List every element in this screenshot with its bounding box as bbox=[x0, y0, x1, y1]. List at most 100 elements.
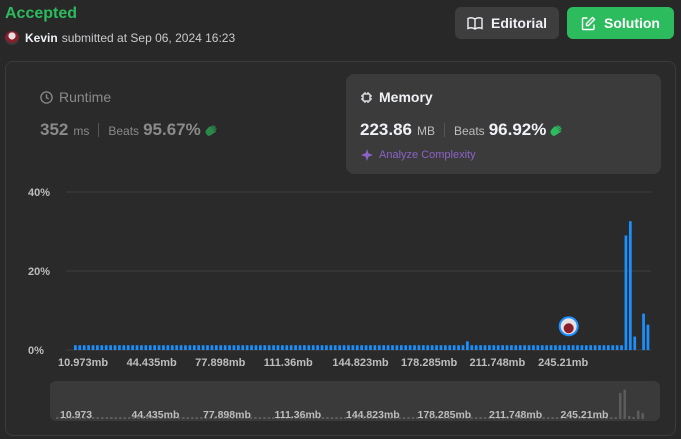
chart-bar bbox=[479, 345, 482, 350]
chart-bar bbox=[355, 345, 359, 350]
range-bar bbox=[321, 417, 325, 419]
range-bar bbox=[326, 417, 329, 419]
chart-bar bbox=[646, 324, 650, 350]
chart-bar bbox=[624, 235, 628, 350]
chart-bar bbox=[576, 345, 579, 350]
chart-bar bbox=[153, 345, 157, 350]
range-bar bbox=[254, 417, 257, 419]
solution-button[interactable]: Solution bbox=[567, 7, 674, 39]
chart-bar bbox=[131, 345, 134, 350]
range-bar bbox=[618, 392, 622, 419]
your-submission-marker bbox=[558, 316, 579, 337]
range-bar bbox=[609, 417, 613, 419]
chart-bar bbox=[78, 345, 82, 350]
chart-bar bbox=[562, 345, 566, 350]
chart-bar bbox=[285, 345, 289, 350]
avatar[interactable] bbox=[5, 31, 19, 45]
range-tick-label: 111.36mb bbox=[275, 409, 322, 421]
range-bar bbox=[267, 417, 271, 419]
chart-bar bbox=[184, 345, 187, 350]
chart-bar bbox=[311, 345, 315, 350]
chart-bar bbox=[351, 345, 355, 350]
memory-distribution-chart[interactable]: 40% 20% 0% 10.973mb 44.435mb 77.898mb 111.36mb… bbox=[6, 62, 675, 435]
chart-bar bbox=[602, 345, 606, 350]
chart-bar bbox=[82, 345, 86, 350]
range-tick-label: 178.285mb bbox=[418, 409, 472, 421]
chart-bar bbox=[404, 345, 408, 350]
chart-bar bbox=[320, 345, 324, 350]
chart-bar bbox=[399, 345, 403, 350]
chart-bar bbox=[245, 345, 249, 350]
chart-bar bbox=[276, 345, 280, 350]
range-bar bbox=[632, 417, 635, 419]
range-bar bbox=[479, 417, 482, 419]
chart-bar bbox=[214, 345, 218, 350]
chart-bar bbox=[421, 345, 425, 350]
range-bar bbox=[101, 417, 104, 419]
chart-bar bbox=[461, 345, 465, 350]
chart-bar bbox=[567, 345, 571, 350]
range-bar bbox=[191, 417, 194, 419]
chart-bar bbox=[549, 345, 553, 350]
range-bar bbox=[123, 417, 127, 419]
chart-bar bbox=[435, 345, 438, 350]
chart-bar bbox=[628, 221, 632, 350]
chart-bar bbox=[386, 345, 390, 350]
submitted-at: submitted at Sep 06, 2024 16:23 bbox=[61, 31, 236, 45]
chart-bar bbox=[514, 345, 518, 350]
edit-icon bbox=[581, 16, 596, 30]
editorial-button[interactable]: Editorial bbox=[455, 7, 559, 39]
range-slider[interactable]: 10.973 44.435mb 77.898mb 111.36mb 144.823mb 1… bbox=[50, 381, 660, 421]
chart-bar bbox=[532, 345, 535, 350]
chart-bar bbox=[430, 345, 434, 350]
range-bar bbox=[330, 417, 334, 419]
chart-bar bbox=[140, 345, 143, 350]
range-tick-label: 77.898mb bbox=[203, 409, 251, 421]
chart-bar bbox=[307, 345, 311, 350]
chart-bar bbox=[236, 345, 240, 350]
x-tick-label: 77.898mb bbox=[195, 357, 245, 369]
chart-bar bbox=[554, 345, 557, 350]
range-bar bbox=[641, 413, 644, 419]
submitter-name[interactable]: Kevin bbox=[25, 31, 58, 45]
chart-bar bbox=[523, 345, 526, 350]
chart-bar bbox=[118, 345, 121, 350]
range-bar bbox=[114, 417, 118, 419]
range-bar bbox=[636, 410, 640, 419]
chart-bar bbox=[289, 345, 293, 350]
chart-bar bbox=[148, 345, 152, 350]
x-tick-label: 144.823mb bbox=[332, 357, 389, 369]
range-overview[interactable]: 10.973 44.435mb 77.898mb 111.36mb 144.823mb 1… bbox=[50, 381, 660, 421]
chart-bar bbox=[126, 345, 130, 350]
chart-bar bbox=[267, 345, 271, 350]
chart-bar bbox=[192, 345, 196, 350]
chart-bar bbox=[100, 345, 104, 350]
range-bar bbox=[92, 417, 95, 419]
chart-bar bbox=[74, 345, 77, 350]
chart-bar bbox=[294, 345, 297, 350]
range-bar bbox=[407, 417, 410, 419]
range-bar bbox=[402, 417, 406, 419]
chart-bar bbox=[615, 345, 619, 350]
chart-bar bbox=[316, 345, 319, 350]
marker-avatar-figure bbox=[563, 323, 574, 334]
range-tick-label: 245.21mb bbox=[561, 409, 609, 421]
chart-bar bbox=[620, 345, 623, 350]
y-tick-label: 20% bbox=[28, 266, 50, 278]
chart-bar bbox=[360, 345, 364, 350]
range-bar bbox=[195, 417, 199, 419]
range-bar bbox=[614, 417, 617, 419]
chart-bar bbox=[113, 345, 117, 350]
chart-bar bbox=[470, 345, 474, 350]
chart-bar bbox=[122, 345, 126, 350]
chart-bar bbox=[443, 345, 447, 350]
x-tick-label: 178.285mb bbox=[401, 357, 458, 369]
range-bar bbox=[474, 417, 478, 419]
chart-bar bbox=[329, 345, 333, 350]
chart-bar bbox=[580, 345, 584, 350]
chart-bar bbox=[166, 345, 170, 350]
chart-bar bbox=[188, 345, 192, 350]
chart-bar bbox=[510, 345, 513, 350]
status-accepted: Accepted bbox=[5, 5, 78, 22]
chart-bar bbox=[466, 341, 469, 350]
